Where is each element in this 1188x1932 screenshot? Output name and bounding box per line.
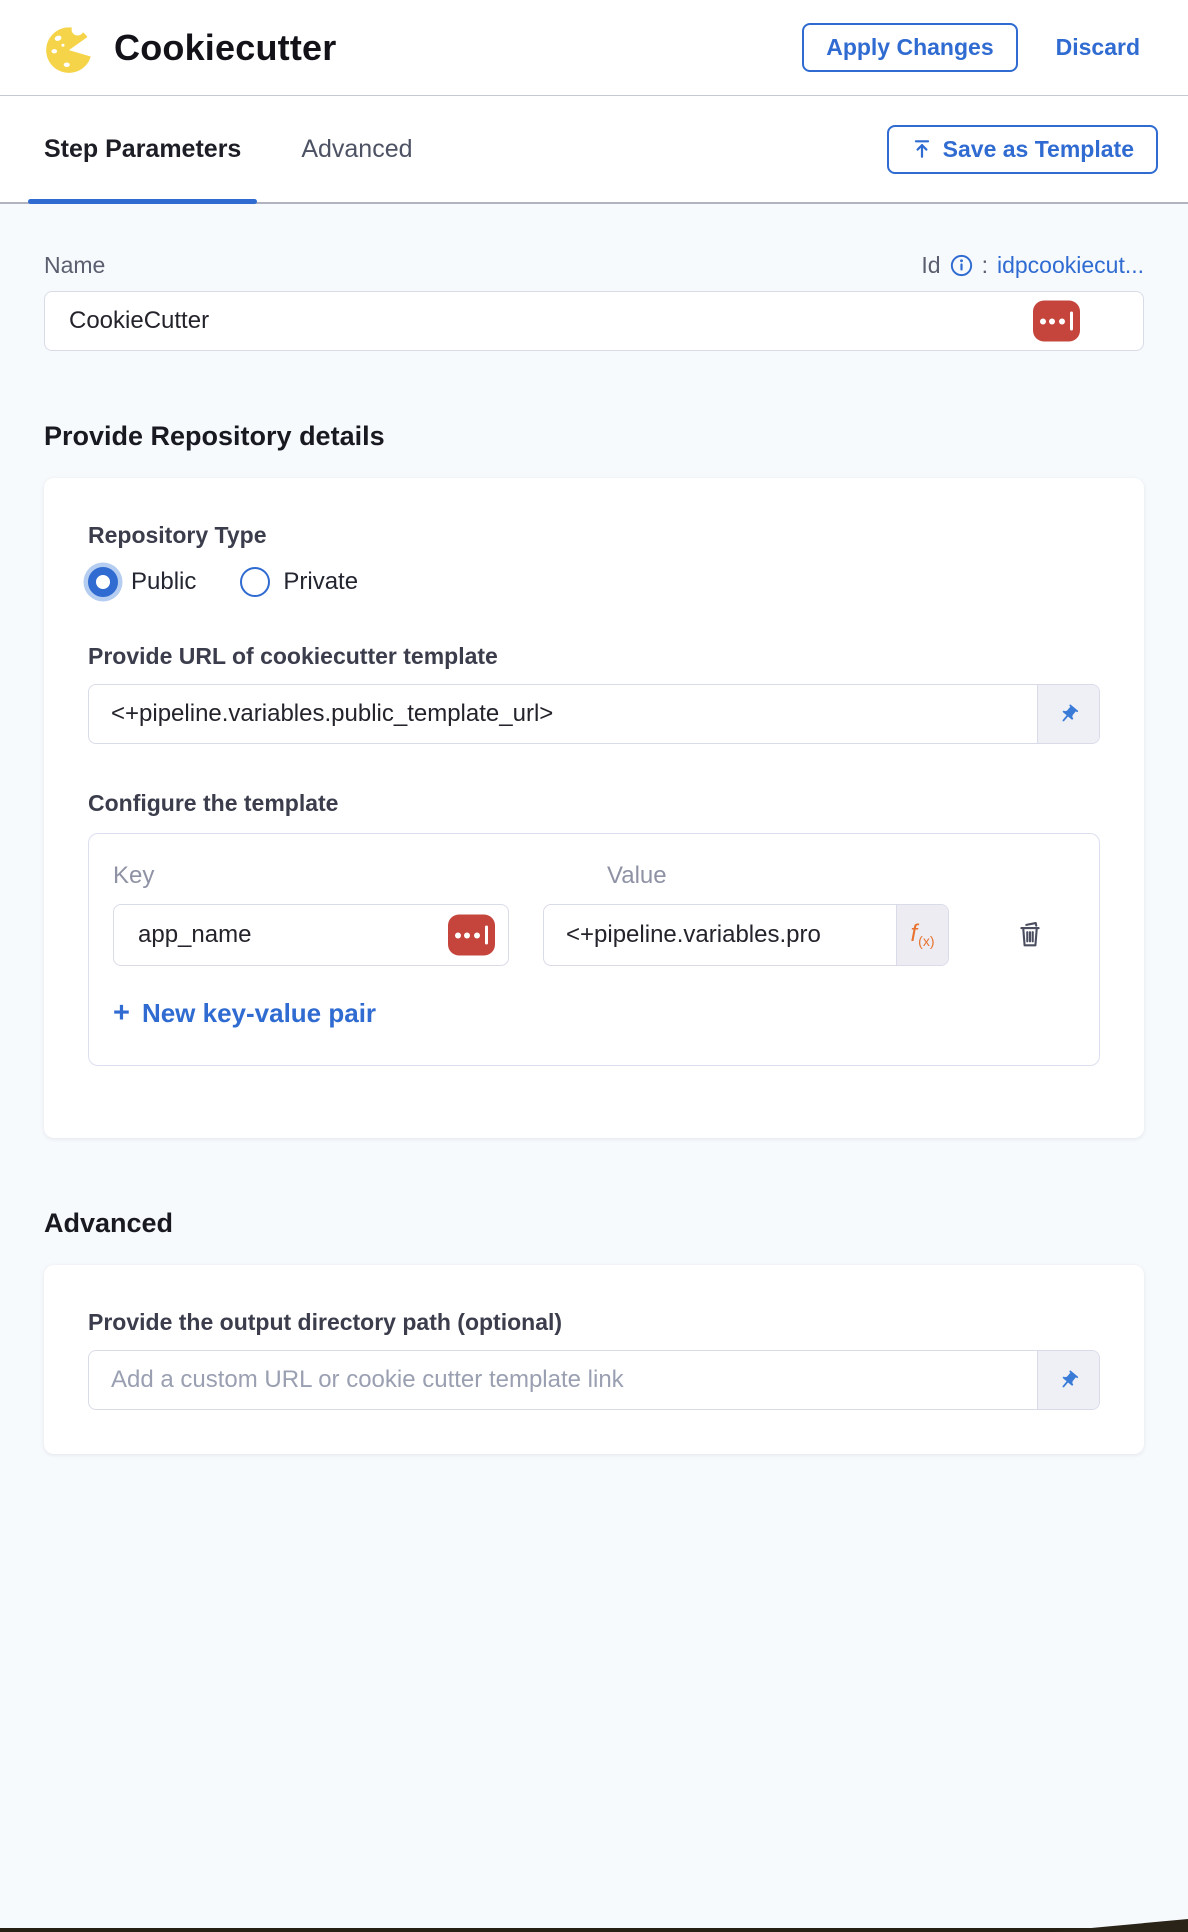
discard-button[interactable]: Discard — [1056, 34, 1140, 61]
template-url-input[interactable] — [89, 685, 1037, 743]
advanced-card: Provide the output directory path (optio… — [44, 1265, 1144, 1454]
save-as-template-label: Save as Template — [943, 136, 1134, 163]
repository-type-label: Repository Type — [88, 522, 1100, 549]
bottom-edge-wedge — [1048, 1919, 1188, 1932]
radio-private-label: Private — [283, 568, 358, 596]
delete-row-button[interactable] — [1011, 914, 1049, 957]
id-label: Id — [921, 252, 940, 279]
template-url-field — [88, 684, 1100, 744]
repository-details-card: Repository Type Public Private Provide U… — [44, 478, 1144, 1138]
expression-button[interactable]: f(x) — [896, 905, 948, 965]
radio-public-label: Public — [131, 568, 196, 596]
multi-type-selector-icon[interactable] — [1033, 301, 1080, 342]
radio-selected-icon — [88, 567, 118, 597]
output-directory-field — [88, 1350, 1100, 1410]
key-value-editor: Key Value f(x) — [88, 833, 1100, 1066]
step-parameters-panel: Name Id : idpcookiecut... Provide Reposi… — [0, 204, 1188, 1454]
page-title: Cookiecutter — [114, 27, 336, 69]
value-column-header: Value — [543, 862, 949, 890]
tab-advanced[interactable]: Advanced — [285, 96, 428, 202]
configure-template-label: Configure the template — [88, 790, 1100, 817]
radio-unselected-icon — [240, 567, 270, 597]
cookiecutter-logo-icon — [44, 22, 96, 74]
id-value[interactable]: idpcookiecut... — [997, 252, 1144, 279]
fx-icon: f(x) — [911, 922, 935, 949]
apply-changes-button[interactable]: Apply Changes — [802, 23, 1017, 72]
key-column-header: Key — [113, 862, 509, 890]
tab-bar: Step Parameters Advanced Save as Templat… — [0, 96, 1188, 204]
info-icon[interactable] — [950, 254, 973, 277]
output-directory-label: Provide the output directory path (optio… — [88, 1309, 1100, 1336]
pin-button[interactable] — [1037, 1351, 1099, 1409]
radio-private[interactable]: Private — [240, 567, 358, 597]
step-header: Cookiecutter Apply Changes Discard — [0, 0, 1188, 96]
bottom-edge-bar — [0, 1928, 1188, 1932]
name-input[interactable] — [44, 291, 1144, 351]
pin-button[interactable] — [1037, 685, 1099, 743]
save-as-template-button[interactable]: Save as Template — [887, 125, 1158, 174]
add-key-value-button[interactable]: + New key-value pair — [113, 998, 376, 1029]
step-id: Id : idpcookiecut... — [921, 252, 1144, 279]
add-key-value-label: New key-value pair — [142, 998, 376, 1029]
trash-icon — [1015, 918, 1045, 950]
repository-details-heading: Provide Repository details — [44, 421, 1144, 452]
pushpin-icon — [1055, 1367, 1082, 1394]
repository-type-radio-group: Public Private — [88, 567, 1100, 597]
upload-icon — [911, 138, 933, 160]
id-separator: : — [982, 252, 988, 279]
template-url-label: Provide URL of cookiecutter template — [88, 643, 1100, 670]
name-label: Name — [44, 252, 105, 279]
plus-icon: + — [113, 999, 130, 1028]
key-value-row: f(x) — [113, 904, 1069, 966]
advanced-heading: Advanced — [44, 1208, 1144, 1239]
value-field: f(x) — [543, 904, 949, 966]
output-directory-input[interactable] — [89, 1351, 1037, 1409]
radio-public[interactable]: Public — [88, 567, 196, 597]
multi-type-selector-icon[interactable] — [448, 915, 495, 956]
tab-step-parameters[interactable]: Step Parameters — [28, 96, 257, 202]
value-input[interactable] — [544, 905, 896, 965]
pushpin-icon — [1055, 701, 1082, 728]
